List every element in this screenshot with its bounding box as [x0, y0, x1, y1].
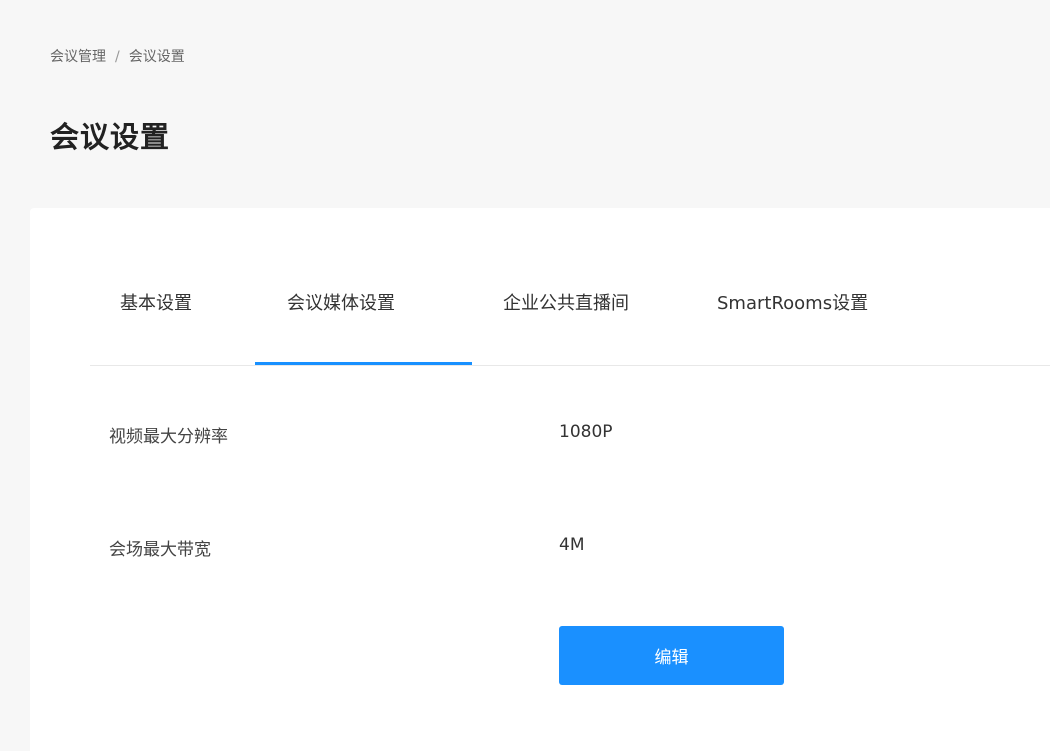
settings-card: 基本设置 会议媒体设置 企业公共直播间 SmartRooms设置 视频最大分辨率… — [30, 208, 1050, 751]
breadcrumb-item-meeting-settings: 会议设置 — [128, 49, 185, 65]
tab-smartrooms-settings[interactable]: SmartRooms设置 — [717, 289, 868, 315]
edit-button[interactable]: 编辑 — [559, 626, 784, 685]
tab-basic-settings[interactable]: 基本设置 — [120, 289, 192, 315]
max-bandwidth-label: 会场最大带宽 — [109, 540, 211, 560]
tab-bar: 基本设置 会议媒体设置 企业公共直播间 SmartRooms设置 — [90, 208, 1050, 366]
page: 会议管理 / 会议设置 会议设置 基本设置 会议媒体设置 企业公共直播间 Smart… — [0, 0, 1050, 751]
max-video-resolution-label: 视频最大分辨率 — [109, 427, 228, 447]
breadcrumb-item-meeting-management[interactable]: 会议管理 — [50, 49, 106, 65]
tab-enterprise-live-room[interactable]: 企业公共直播间 — [503, 289, 629, 315]
active-tab-indicator — [255, 362, 472, 365]
breadcrumb: 会议管理 / 会议设置 — [50, 46, 185, 66]
breadcrumb-separator: / — [115, 49, 120, 65]
max-video-resolution-value: 1080P — [559, 422, 613, 442]
page-title: 会议设置 — [50, 120, 171, 154]
tab-meeting-media-settings[interactable]: 会议媒体设置 — [287, 289, 395, 315]
max-bandwidth-value: 4M — [559, 535, 585, 555]
